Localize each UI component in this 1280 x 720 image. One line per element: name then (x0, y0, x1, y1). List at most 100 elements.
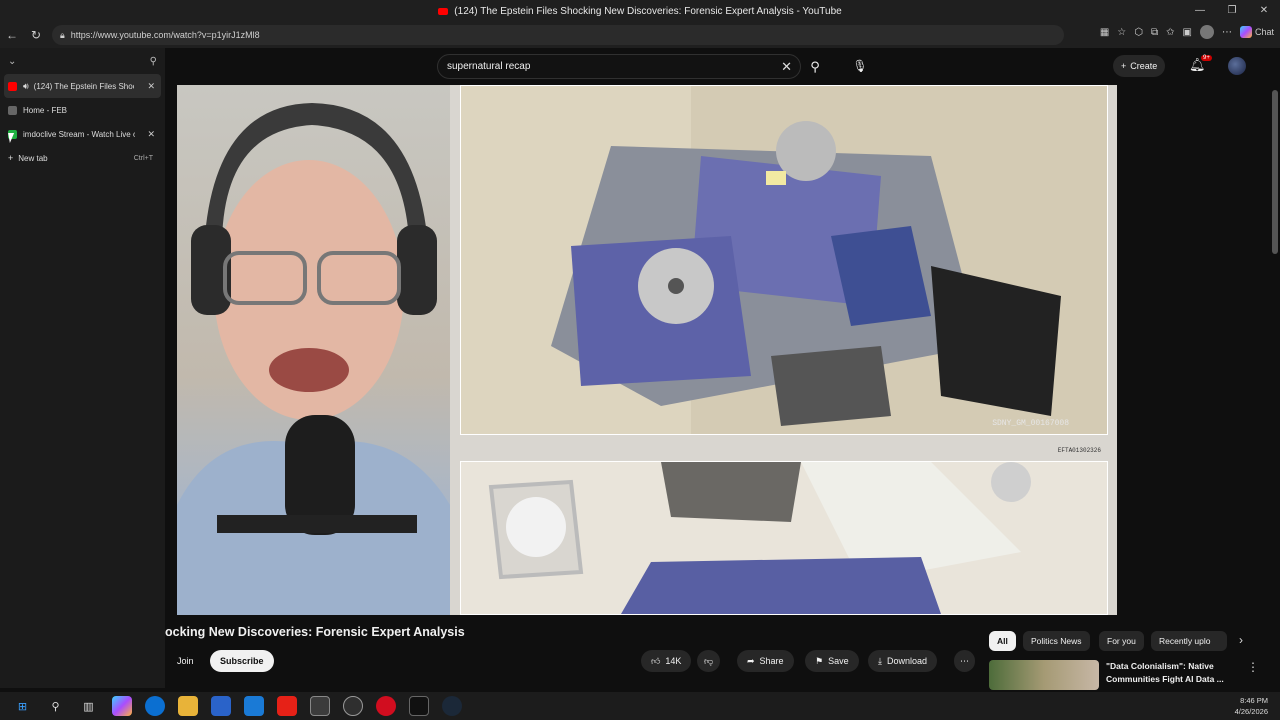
thumbs-up-icon: 👍︎ (651, 655, 661, 666)
download-label: Download (886, 656, 928, 666)
subscribe-button[interactable]: Subscribe (210, 650, 274, 672)
youtube-app-icon[interactable] (276, 696, 297, 716)
download-icon: ⤓ (878, 655, 882, 666)
tab-label: imdoclive Stream - Watch Live on (23, 129, 135, 139)
evidence-stamp: SDNY_GM_00167008 (992, 419, 1069, 428)
clear-search-icon[interactable]: ✕ (781, 59, 792, 75)
video-player[interactable]: SDNY_GM_00167008 EFTA01302326 (177, 85, 1117, 615)
create-label: Create (1130, 61, 1158, 71)
close-tab-icon[interactable]: ✕ (147, 129, 155, 140)
toolbar-icons: ▦ ☆ ⬡ ⧉ ✩ ▣ ⋯ Chat (1100, 25, 1274, 39)
tab-label: Home - FEB (23, 105, 68, 115)
chip-all[interactable]: All (989, 631, 1016, 651)
url-field[interactable]: 🔒︎ https://www.youtube.com/watch?v=p1yir… (52, 25, 1064, 45)
like-button[interactable]: 👍︎ 14K (641, 650, 692, 672)
read-aloud-icon[interactable]: ▦ (1100, 27, 1109, 38)
microphone-icon[interactable]: 🎙︎ (849, 54, 871, 79)
photos-app-icon[interactable] (309, 696, 330, 716)
steam-icon[interactable] (441, 696, 462, 716)
chat-button[interactable]: Chat (1239, 26, 1274, 38)
file-explorer-icon[interactable] (177, 696, 198, 716)
obs-app-icon[interactable] (342, 696, 363, 716)
more-horizontal-icon: ⋯ (960, 655, 969, 666)
recommended-title[interactable]: "Data Colonialism": Native Communities F… (1106, 660, 1236, 686)
join-label: Join (177, 656, 194, 666)
copilot-app-icon[interactable] (111, 696, 132, 716)
close-tab-icon[interactable]: ✕ (147, 81, 155, 92)
chip-for-you[interactable]: For you (1099, 631, 1144, 651)
terminal-icon[interactable] (408, 696, 429, 716)
opera-icon[interactable] (375, 696, 396, 716)
join-button[interactable]: Join (169, 650, 202, 672)
edge-browser-icon[interactable] (144, 696, 165, 716)
recommended-thumbnail[interactable] (989, 660, 1099, 690)
chevron-right-icon[interactable]: › (1239, 633, 1243, 647)
plus-icon: + (1121, 61, 1127, 71)
evidence-stamp-secondary: EFTA01302326 (1057, 447, 1101, 454)
bookmark-icon: ⚑ (815, 655, 824, 666)
split-screen-icon[interactable]: ⧉ (1151, 27, 1158, 38)
save-button[interactable]: ⚑ Save (805, 650, 859, 672)
like-count: 14K (665, 656, 682, 666)
clock-time: 8:46 PM (1240, 696, 1268, 705)
tab-label: (124) The Epstein Files Shocki (33, 81, 134, 91)
close-window-button[interactable]: ✕ (1248, 0, 1280, 22)
create-button[interactable]: + Create (1113, 55, 1166, 77)
chip-politics-news[interactable]: Politics News (1023, 631, 1090, 651)
tab-imdoclive[interactable]: imdoclive Stream - Watch Live on ✕ (4, 122, 161, 146)
tab-home-feb[interactable]: Home - FEB (4, 98, 161, 122)
evidence-photo-top: SDNY_GM_00167008 EFTA01302326 (460, 85, 1108, 454)
system-clock[interactable]: 8:46 PM 4/26/2026 (1235, 695, 1268, 717)
new-tab-button[interactable]: + New tab Ctrl+T (4, 146, 161, 170)
subscribe-label: Subscribe (220, 656, 264, 666)
restore-button[interactable]: ❐ (1216, 0, 1248, 22)
task-view-icon[interactable]: ▥ (79, 696, 99, 716)
youtube-favicon-icon (438, 7, 449, 15)
share-icon: ➦ (747, 655, 755, 666)
presenter-illustration (177, 103, 450, 615)
collections-icon[interactable]: ▣ (1183, 27, 1192, 38)
store-icon[interactable] (210, 696, 231, 716)
pin-sidebar-icon[interactable]: ⚲ (150, 56, 157, 67)
extensions-icon[interactable]: ⬡ (1134, 27, 1143, 38)
windows-start-icon[interactable]: ⊞ (13, 696, 33, 716)
clock-date: 4/26/2026 (1234, 707, 1268, 716)
dislike-button[interactable]: 👎︎ (697, 650, 721, 672)
share-button[interactable]: ➦ Share (737, 650, 794, 672)
tab-youtube[interactable]: 🔊︎ (124) The Epstein Files Shocki ✕ (4, 74, 161, 98)
mail-icon[interactable] (243, 696, 264, 716)
youtube-header: supernatural recap ✕ ⚲ 🎙︎ + Create 🔔︎ 9+ (165, 48, 1280, 85)
favorites-icon[interactable]: ✩ (1166, 27, 1174, 38)
video-title: ocking New Discoveries: Forensic Expert … (165, 625, 465, 639)
new-tab-shortcut: Ctrl+T (133, 154, 153, 162)
search-query: supernatural recap (447, 61, 531, 72)
favorite-star-icon[interactable]: ☆ (1117, 27, 1126, 38)
search-icon[interactable]: ⚲ (46, 696, 66, 716)
profile-avatar[interactable] (1199, 25, 1214, 39)
more-actions-button[interactable]: ⋯ (954, 650, 975, 672)
back-arrow-icon[interactable]: ← (0, 28, 24, 42)
download-button[interactable]: ⤓ Download (868, 650, 938, 672)
share-label: Share (759, 656, 784, 666)
minimize-button[interactable]: — (1184, 0, 1216, 22)
plus-icon: + (8, 153, 14, 163)
page-scrollbar[interactable] (1272, 90, 1278, 254)
video-info-area: ocking New Discoveries: Forensic Expert … (165, 615, 1280, 690)
webcam-presenter-feed (177, 85, 450, 615)
more-vertical-icon[interactable]: ⋮ (1247, 660, 1259, 674)
window-titlebar: (124) The Epstein Files Shocking New Dis… (0, 0, 1280, 22)
search-input[interactable]: supernatural recap ✕ (437, 54, 801, 79)
new-tab-label: New tab (18, 153, 48, 163)
refresh-icon[interactable]: ↻ (24, 28, 48, 42)
tab-actions-chevron-icon[interactable]: ⌄ (8, 56, 16, 67)
notification-badge: 9+ (1201, 55, 1212, 61)
more-options-icon[interactable]: ⋯ (1222, 27, 1232, 38)
search-icon[interactable]: ⚲ (803, 54, 827, 79)
lock-icon: 🔒︎ (60, 29, 65, 40)
chip-recently-uploaded[interactable]: Recently uplo (1151, 631, 1227, 651)
account-avatar[interactable] (1228, 57, 1246, 75)
speaker-icon[interactable]: 🔊︎ (23, 81, 29, 92)
url-text: https://www.youtube.com/watch?v=p1yirJ1z… (70, 30, 260, 40)
sidebar-header: ⌄ ⚲ (0, 48, 165, 74)
windows-taskbar: ⊞ ⚲ ▥ 8:46 PM 4/26/2026 (0, 692, 1280, 720)
